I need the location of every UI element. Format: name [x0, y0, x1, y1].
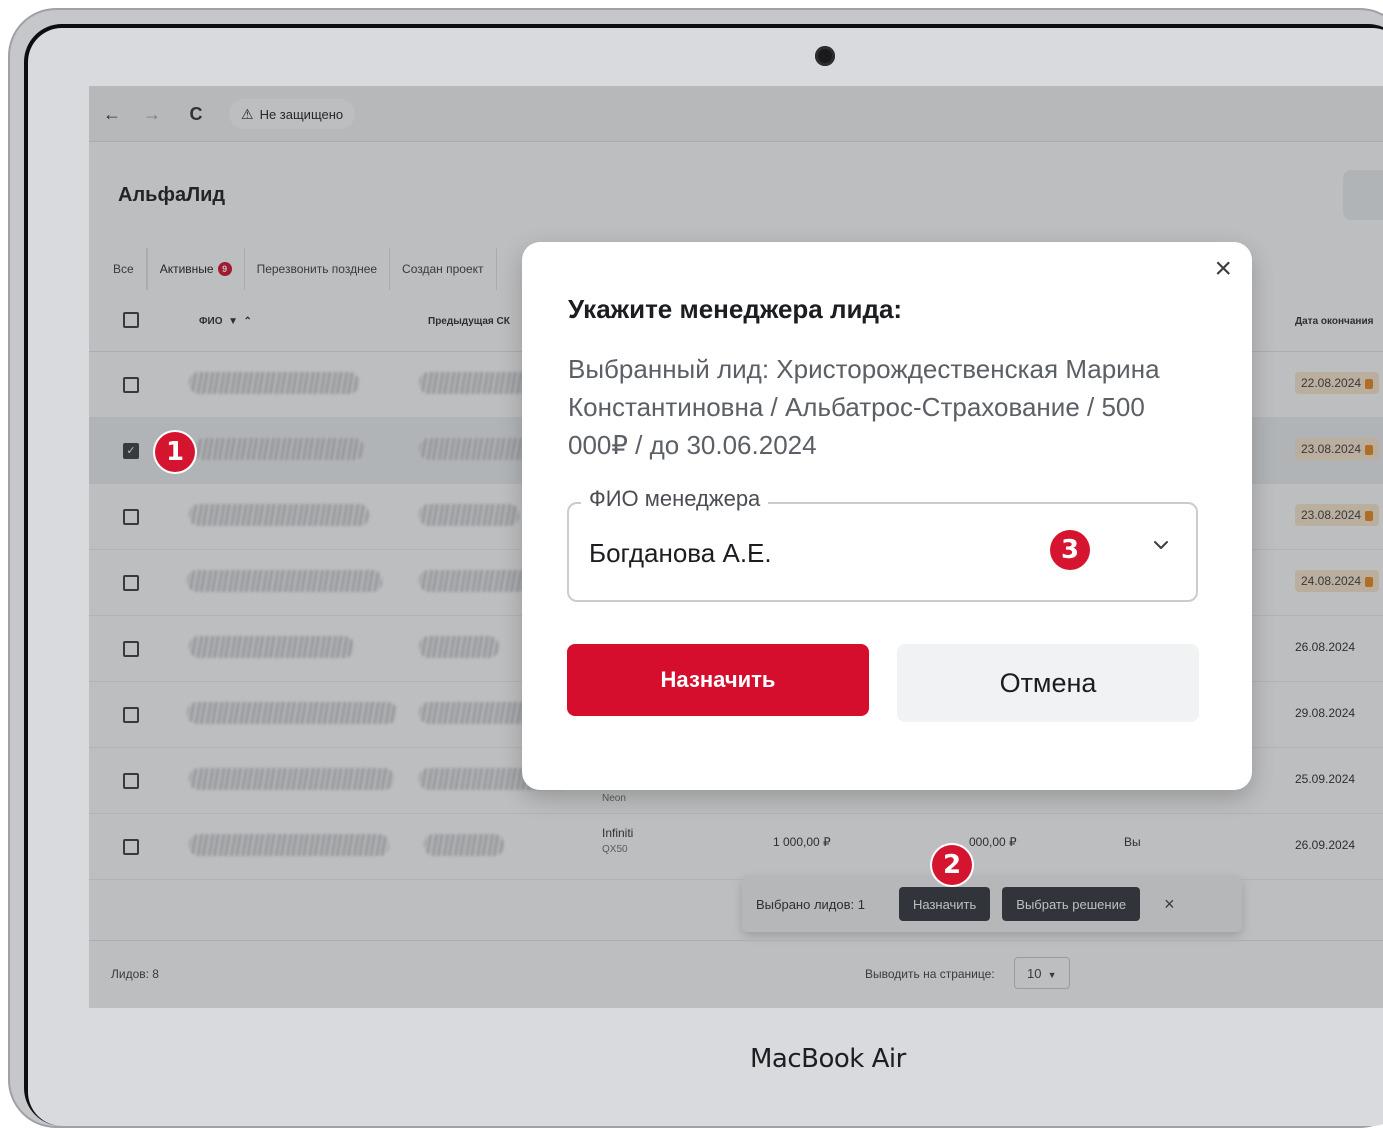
screen: ← → C ⚠ Не защищено АльфаЛид Все Активны…	[89, 86, 1383, 1008]
assign-button[interactable]: Назначить	[567, 644, 869, 716]
step-marker-2: 2	[932, 845, 972, 885]
device-brand-label: MacBook Air	[750, 1044, 906, 1074]
step-marker-3: 3	[1050, 530, 1090, 570]
assign-manager-dialog: × Укажите менеджера лида: Выбранный лид:…	[522, 242, 1252, 790]
camera-icon	[815, 46, 835, 66]
selected-lead-description: Выбранный лид: Христорождественская Мари…	[568, 354, 1160, 460]
step-marker-1: 1	[155, 432, 195, 472]
manager-select[interactable]: ФИО менеджера Богданова А.Е.	[567, 486, 1198, 602]
manager-value: Богданова А.Е.	[589, 538, 772, 568]
chevron-down-icon	[1154, 541, 1168, 549]
dialog-title: Укажите менеджера лида:	[568, 294, 903, 324]
manager-field-label: ФИО менеджера	[581, 486, 769, 512]
close-icon[interactable]: ×	[1214, 252, 1232, 286]
cancel-button[interactable]: Отмена	[897, 644, 1199, 722]
